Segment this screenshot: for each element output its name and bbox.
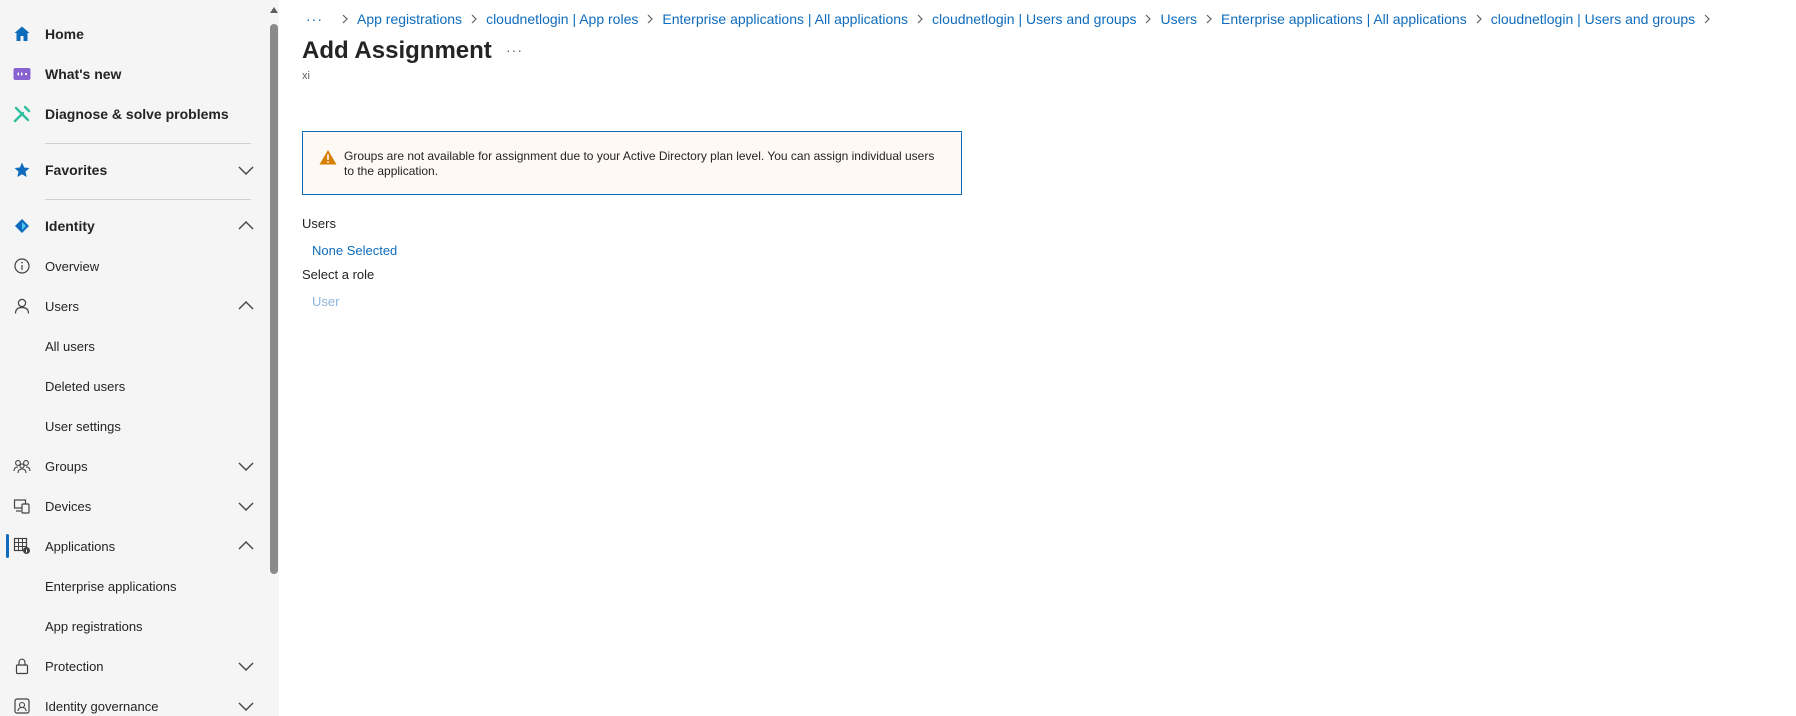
nav-separator bbox=[45, 143, 251, 144]
warning-banner: Groups are not available for assignment … bbox=[302, 131, 962, 195]
chevron-right-icon bbox=[1475, 13, 1483, 25]
groups-icon bbox=[12, 456, 32, 476]
nav-separator bbox=[45, 199, 251, 200]
page-subtitle: xi bbox=[302, 70, 310, 82]
nav-diagnose[interactable]: Diagnose & solve problems bbox=[0, 94, 267, 134]
nav-app-registrations-label: App registrations bbox=[45, 618, 143, 634]
nav-identity[interactable]: Identity bbox=[0, 206, 267, 246]
chevron-down-icon[interactable] bbox=[236, 699, 256, 713]
nav-devices-label: Devices bbox=[45, 498, 92, 514]
chevron-down-icon[interactable] bbox=[236, 163, 256, 177]
nav-groups[interactable]: Groups bbox=[0, 446, 267, 486]
left-nav: Home What's new Diagnose & solve problem… bbox=[0, 0, 267, 716]
nav-diagnose-label: Diagnose & solve problems bbox=[45, 106, 229, 122]
chevron-right-icon bbox=[1144, 13, 1152, 25]
users-label: Users bbox=[302, 216, 336, 231]
breadcrumb: ··· App registrations cloudnetlogin | Ap… bbox=[306, 9, 1719, 29]
nav-whats-new-label: What's new bbox=[45, 66, 122, 82]
chevron-right-icon bbox=[341, 13, 349, 25]
nav-identity-governance[interactable]: Identity governance bbox=[0, 686, 267, 716]
nav-overview-label: Overview bbox=[45, 258, 100, 274]
nav-home[interactable]: Home bbox=[0, 14, 267, 54]
nav-home-label: Home bbox=[45, 26, 84, 42]
governance-icon bbox=[12, 696, 32, 716]
nav-enterprise-applications[interactable]: Enterprise applications bbox=[0, 566, 267, 606]
select-role-label: Select a role bbox=[302, 267, 375, 282]
chevron-down-icon[interactable] bbox=[236, 499, 256, 513]
warning-text: Groups are not available for assignment … bbox=[344, 149, 935, 178]
chevron-up-icon[interactable] bbox=[236, 539, 256, 553]
role-user-link[interactable]: User bbox=[312, 294, 339, 309]
devices-icon bbox=[12, 496, 32, 516]
more-options-button[interactable]: ··· bbox=[506, 42, 523, 58]
nav-all-users-label: All users bbox=[45, 338, 95, 354]
breadcrumb-item[interactable]: Enterprise applications | All applicatio… bbox=[1221, 11, 1467, 27]
nav-overview[interactable]: Overview bbox=[0, 246, 267, 286]
nav-applications[interactable]: Applications bbox=[0, 526, 267, 566]
chevron-right-icon bbox=[470, 13, 478, 25]
wrench-icon bbox=[12, 104, 32, 124]
breadcrumb-item[interactable]: Enterprise applications | All applicatio… bbox=[662, 11, 908, 27]
chevron-up-icon[interactable] bbox=[236, 219, 256, 233]
nav-whats-new[interactable]: What's new bbox=[0, 54, 267, 94]
nav-applications-label: Applications bbox=[45, 538, 116, 554]
nav-devices[interactable]: Devices bbox=[0, 486, 267, 526]
nav-user-settings[interactable]: User settings bbox=[0, 406, 267, 446]
home-icon bbox=[12, 24, 32, 44]
nav-favorites-label: Favorites bbox=[45, 162, 108, 178]
nav-deleted-users-label: Deleted users bbox=[45, 378, 126, 394]
nav-all-users[interactable]: All users bbox=[0, 326, 267, 366]
chevron-right-icon bbox=[1205, 13, 1213, 25]
breadcrumb-item[interactable]: App registrations bbox=[357, 11, 462, 27]
users-none-selected-link[interactable]: None Selected bbox=[312, 243, 397, 258]
breadcrumb-item[interactable]: cloudnetlogin | Users and groups bbox=[1491, 11, 1695, 27]
chevron-right-icon bbox=[646, 13, 654, 25]
whats-new-icon bbox=[12, 64, 32, 84]
info-icon bbox=[12, 256, 32, 276]
chevron-down-icon[interactable] bbox=[236, 659, 256, 673]
nav-identity-label: Identity bbox=[45, 218, 95, 234]
chevron-right-icon bbox=[1703, 13, 1711, 25]
breadcrumb-item[interactable]: cloudnetlogin | App roles bbox=[486, 11, 638, 27]
nav-deleted-users[interactable]: Deleted users bbox=[0, 366, 267, 406]
nav-users-label: Users bbox=[45, 298, 79, 314]
chevron-down-icon[interactable] bbox=[236, 459, 256, 473]
scroll-up-arrow-icon[interactable] bbox=[270, 7, 278, 13]
nav-users[interactable]: Users bbox=[0, 286, 267, 326]
scrollbar-thumb[interactable] bbox=[270, 24, 278, 574]
nav-app-registrations[interactable]: App registrations bbox=[0, 606, 267, 646]
page-title: Add Assignment bbox=[302, 37, 492, 64]
chevron-up-icon[interactable] bbox=[236, 299, 256, 313]
nav-protection[interactable]: Protection bbox=[0, 646, 267, 686]
user-icon bbox=[12, 296, 32, 316]
star-icon bbox=[12, 160, 32, 180]
applications-icon bbox=[12, 536, 32, 556]
breadcrumb-item[interactable]: Users bbox=[1160, 11, 1197, 27]
nav-protection-label: Protection bbox=[45, 658, 104, 674]
nav-user-settings-label: User settings bbox=[45, 418, 121, 434]
nav-identity-governance-label: Identity governance bbox=[45, 698, 159, 714]
nav-enterprise-applications-label: Enterprise applications bbox=[45, 578, 177, 594]
breadcrumb-item[interactable]: cloudnetlogin | Users and groups bbox=[932, 11, 1136, 27]
warning-icon bbox=[319, 150, 337, 165]
nav-groups-label: Groups bbox=[45, 458, 88, 474]
nav-favorites[interactable]: Favorites bbox=[0, 150, 267, 190]
identity-icon bbox=[12, 216, 32, 236]
breadcrumb-more-button[interactable]: ··· bbox=[306, 11, 323, 27]
chevron-right-icon bbox=[916, 13, 924, 25]
lock-icon bbox=[12, 656, 32, 676]
